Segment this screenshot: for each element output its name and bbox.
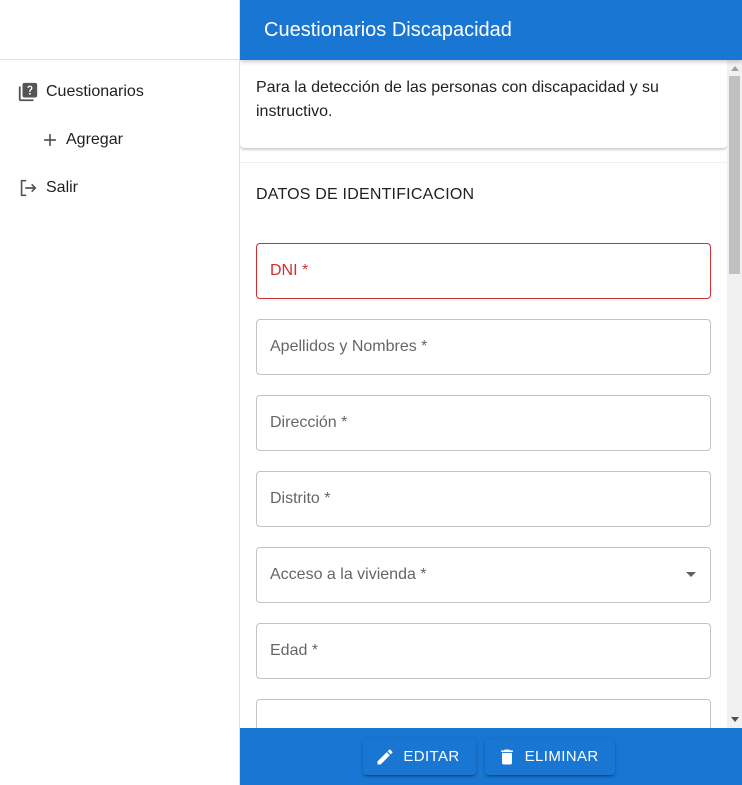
description-text: Para la detección de las personas con di… bbox=[256, 79, 659, 120]
delete-button[interactable]: ELIMINAR bbox=[484, 738, 615, 775]
acceso-vivienda-select[interactable]: Acceso a la vivienda * bbox=[256, 547, 711, 603]
form-content: Para la detección de las personas con di… bbox=[240, 60, 727, 728]
next-field[interactable] bbox=[256, 699, 711, 728]
distrito-field[interactable]: Distrito * bbox=[256, 471, 711, 527]
section-title: DATOS DE IDENTIFICACION bbox=[256, 186, 475, 203]
delete-button-label: ELIMINAR bbox=[524, 748, 599, 765]
page-title: Cuestionarios Discapacidad bbox=[264, 18, 512, 41]
sidebar-item-agregar[interactable]: Agregar bbox=[0, 116, 239, 164]
field-label: Edad * bbox=[270, 642, 319, 659]
edit-button-label: EDITAR bbox=[403, 748, 460, 765]
field-label: Acceso a la vivienda * bbox=[270, 566, 427, 583]
dni-field[interactable]: DNI * bbox=[256, 243, 711, 299]
field-label: Dirección * bbox=[270, 414, 348, 431]
trash-icon bbox=[497, 747, 517, 767]
sidebar: Cuestionarios Agregar Salir bbox=[0, 0, 240, 785]
field-label: Apellidos y Nombres * bbox=[270, 338, 428, 355]
field-label: DNI * bbox=[270, 262, 309, 279]
sidebar-item-label: Salir bbox=[46, 179, 79, 196]
quiz-icon bbox=[16, 80, 40, 104]
apellidos-nombres-field[interactable]: Apellidos y Nombres * bbox=[256, 319, 711, 375]
pencil-icon bbox=[375, 747, 395, 767]
edad-field[interactable]: Edad * bbox=[256, 623, 711, 679]
direccion-field[interactable]: Dirección * bbox=[256, 395, 711, 451]
edit-button[interactable]: EDITAR bbox=[363, 738, 476, 775]
field-label: Distrito * bbox=[270, 490, 331, 507]
app-bar: Cuestionarios Discapacidad bbox=[240, 0, 742, 60]
scrollbar-thumb[interactable] bbox=[729, 76, 740, 274]
sidebar-item-cuestionarios[interactable]: Cuestionarios bbox=[0, 68, 239, 116]
sidebar-item-label: Cuestionarios bbox=[46, 83, 144, 100]
action-bar: EDITAR ELIMINAR bbox=[240, 728, 742, 785]
main-panel: Cuestionarios Discapacidad Para la detec… bbox=[240, 0, 742, 785]
description-card: Para la detección de las personas con di… bbox=[240, 60, 727, 148]
plus-icon bbox=[38, 128, 62, 152]
sidebar-item-label: Agregar bbox=[66, 131, 123, 148]
scroll-down-icon[interactable] bbox=[731, 717, 739, 722]
scroll-up-icon[interactable] bbox=[731, 66, 739, 71]
sidebar-header bbox=[0, 0, 239, 60]
logout-icon bbox=[16, 176, 40, 200]
dropdown-arrow-icon bbox=[686, 572, 696, 577]
sidebar-item-salir[interactable]: Salir bbox=[0, 164, 239, 212]
scrollbar[interactable] bbox=[727, 60, 742, 728]
divider bbox=[240, 148, 727, 163]
